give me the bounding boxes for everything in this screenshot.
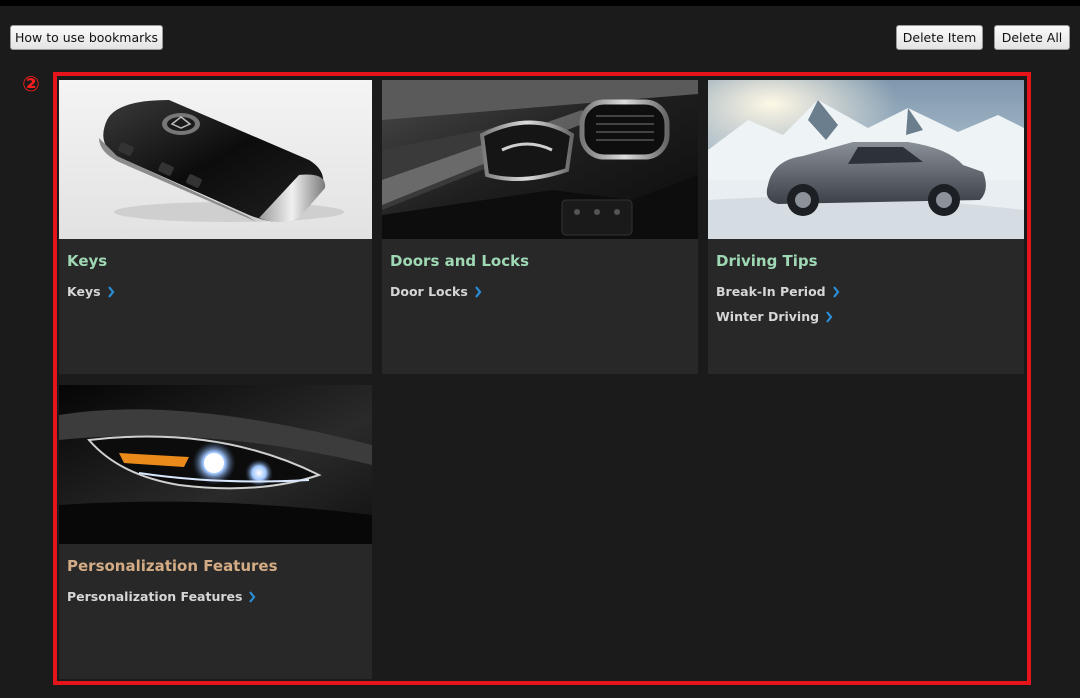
door-interior-photo[interactable]: [382, 80, 698, 239]
delete-item-button[interactable]: Delete Item: [896, 25, 983, 50]
delete-all-button[interactable]: Delete All: [994, 25, 1070, 50]
headlight-photo[interactable]: [59, 385, 372, 544]
card-title: Personalization Features: [67, 557, 278, 575]
bookmark-card-keys[interactable]: Keys Keys: [59, 80, 372, 374]
bookmark-link-label: Keys: [67, 284, 101, 299]
how-to-use-bookmarks-button[interactable]: How to use bookmarks: [10, 25, 163, 50]
bookmark-link[interactable]: Keys: [67, 279, 115, 304]
smart-key-photo[interactable]: [59, 80, 372, 239]
bookmark-card-driving-tips[interactable]: Driving Tips Break-In Period Winter Driv…: [708, 80, 1024, 374]
chevron-right-icon: [832, 285, 840, 298]
chevron-right-icon: [248, 590, 256, 603]
card-title: Driving Tips: [716, 252, 818, 270]
card-title: Keys: [67, 252, 108, 270]
bookmark-link-label: Break-In Period: [716, 284, 826, 299]
chevron-right-icon: [474, 285, 482, 298]
bookmark-link[interactable]: Door Locks: [390, 279, 482, 304]
bookmark-link-label: Winter Driving: [716, 309, 820, 324]
bookmark-card-personalization-features[interactable]: Personalization Features Personalization…: [59, 385, 372, 679]
top-bar: [0, 0, 1080, 6]
bookmark-card-doors-and-locks[interactable]: Doors and Locks Door Locks: [382, 80, 698, 374]
bookmark-link[interactable]: Break-In Period: [716, 279, 840, 304]
chevron-right-icon: [825, 310, 833, 323]
chevron-right-icon: [107, 285, 115, 298]
bookmark-link-label: Door Locks: [390, 284, 468, 299]
callout-number: ②: [22, 72, 40, 96]
card-title: Doors and Locks: [390, 252, 530, 270]
snow-suv-photo[interactable]: [708, 80, 1024, 239]
bookmark-link[interactable]: Personalization Features: [67, 584, 256, 609]
bookmark-link[interactable]: Winter Driving: [716, 304, 840, 329]
bookmark-link-label: Personalization Features: [67, 589, 243, 604]
